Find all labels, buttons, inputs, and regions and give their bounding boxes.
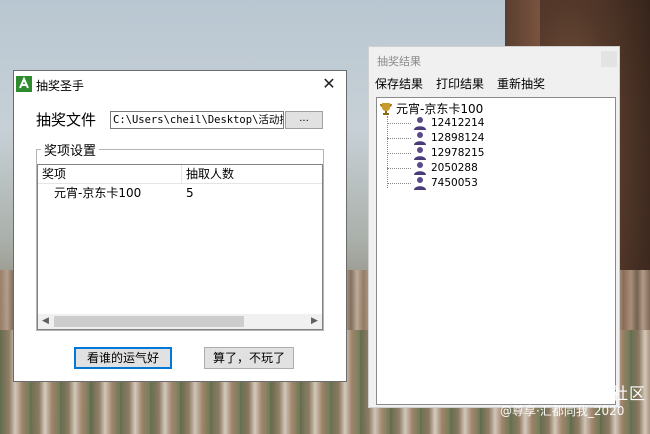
browse-button[interactable]: ... [285, 111, 323, 129]
user-icon [414, 132, 426, 145]
results-close-button[interactable] [601, 51, 617, 67]
winner-id: 2050288 [431, 162, 478, 174]
scroll-thumb[interactable] [54, 316, 244, 327]
group-title: 奖项设置 [41, 140, 100, 159]
quit-button[interactable]: 算了，不玩了 [204, 347, 294, 369]
prize-count: 5 [186, 186, 194, 200]
file-label: 抽奖文件 [36, 111, 97, 129]
results-title: 抽奖结果 [377, 55, 421, 68]
tree-line [387, 153, 411, 154]
horizontal-scrollbar[interactable]: ◀ ▶ [38, 314, 322, 329]
watermark-author: @尊享·汇都同我_2020 [500, 404, 625, 418]
user-icon [414, 147, 426, 160]
tree-item-winner[interactable]: 2050288 [413, 161, 478, 175]
tree-root-label: 元宵-京东卡100 [396, 102, 484, 116]
winner-id: 12898124 [431, 132, 485, 144]
results-tree[interactable]: 元宵-京东卡100 12412214 12898124 12978215 205… [376, 97, 616, 405]
tree-line [387, 116, 388, 188]
watermark-logo: 盖乐世社区 [561, 384, 647, 403]
menu-redraw[interactable]: 重新抽奖 [497, 75, 545, 92]
prize-list[interactable]: 奖项 抽取人数 元宵-京东卡100 5 ◀ ▶ [37, 164, 323, 330]
user-icon [414, 117, 426, 130]
prize-settings-group: 奖项设置 奖项 抽取人数 元宵-京东卡100 5 ◀ ▶ [36, 140, 324, 331]
scroll-left-icon[interactable]: ◀ [38, 314, 53, 329]
tree-item-winner[interactable]: 12978215 [413, 146, 484, 160]
winner-id: 12412214 [431, 117, 485, 129]
user-icon [414, 177, 426, 190]
tree-line [387, 138, 411, 139]
scroll-right-icon[interactable]: ▶ [307, 314, 322, 329]
tree-item-winner[interactable]: 7450053 [413, 176, 478, 190]
tree-item-winner[interactable]: 12412214 [413, 116, 484, 130]
column-header-count[interactable]: 抽取人数 [182, 165, 322, 183]
results-menu: 保存结果 打印结果 重新抽奖 [375, 75, 545, 92]
tree-line [387, 123, 411, 124]
winner-id: 12978215 [431, 147, 485, 159]
menu-print-results[interactable]: 打印结果 [436, 75, 484, 92]
results-window: 抽奖结果 保存结果 打印结果 重新抽奖 元宵-京东卡100 12412214 1… [368, 46, 620, 408]
tree-line [387, 168, 411, 169]
dialog-titlebar[interactable]: 抽奖圣手 ✕ [14, 71, 346, 99]
draw-button[interactable]: 看谁的运气好 [74, 347, 172, 369]
app-icon [16, 76, 32, 92]
prize-name: 元宵-京东卡100 [54, 186, 142, 200]
file-path-field[interactable]: C:\Users\cheil\Desktop\活动抽 [110, 111, 284, 129]
tree-item-winner[interactable]: 12898124 [413, 131, 484, 145]
tree-line [387, 183, 411, 184]
menu-save-results[interactable]: 保存结果 [375, 75, 423, 92]
list-item[interactable]: 元宵-京东卡100 5 [38, 184, 322, 202]
lottery-dialog: 抽奖圣手 ✕ 抽奖文件 C:\Users\cheil\Desktop\活动抽 .… [13, 70, 347, 382]
column-header-prize[interactable]: 奖项 [38, 165, 182, 183]
winner-id: 7450053 [431, 177, 478, 189]
user-icon [414, 162, 426, 175]
tree-root[interactable]: 元宵-京东卡100 [379, 100, 483, 117]
dialog-title: 抽奖圣手 [36, 79, 85, 93]
trophy-icon [380, 102, 392, 115]
close-icon[interactable]: ✕ [318, 74, 340, 94]
list-header: 奖项 抽取人数 [38, 165, 322, 184]
